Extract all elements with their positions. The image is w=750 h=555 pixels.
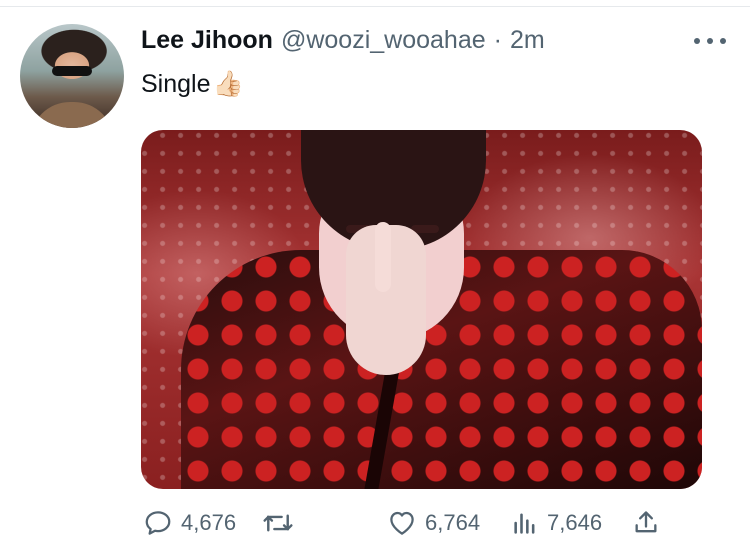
share-icon xyxy=(635,511,657,533)
reply-button[interactable]: 4,676 xyxy=(143,505,236,541)
like-button[interactable]: 6,764 xyxy=(387,505,480,541)
reply-count: 4,676 xyxy=(181,510,237,535)
author-handle[interactable]: @woozi_wooahae xyxy=(281,26,486,55)
tweet-media-image[interactable] xyxy=(141,130,702,489)
views-button[interactable]: 7,646 xyxy=(511,505,602,541)
thumbs-up-emoji: 👍🏻 xyxy=(212,70,244,98)
author-name[interactable]: Lee Jihoon xyxy=(141,26,273,55)
more-options-icon[interactable] xyxy=(694,30,726,52)
views-icon xyxy=(514,513,535,534)
reply-icon xyxy=(145,511,171,535)
heart-icon xyxy=(390,511,414,535)
tweet-text: Single 👍🏻 xyxy=(141,70,244,99)
author-avatar[interactable] xyxy=(20,24,124,128)
retweet-icon xyxy=(263,514,293,532)
retweet-button[interactable] xyxy=(261,505,295,541)
tweet-header: Lee Jihoon @woozi_wooahae · 2m xyxy=(141,26,545,58)
like-count: 6,764 xyxy=(425,510,481,535)
tweet-timestamp[interactable]: 2m xyxy=(510,26,545,55)
share-button[interactable] xyxy=(632,505,660,541)
tweet-actions: 4,676 6,764 7,646 xyxy=(143,505,743,541)
views-count: 7,646 xyxy=(547,510,603,535)
tweet-text-body: Single xyxy=(141,70,211,98)
separator-dot: · xyxy=(493,26,502,54)
top-divider xyxy=(0,6,750,7)
